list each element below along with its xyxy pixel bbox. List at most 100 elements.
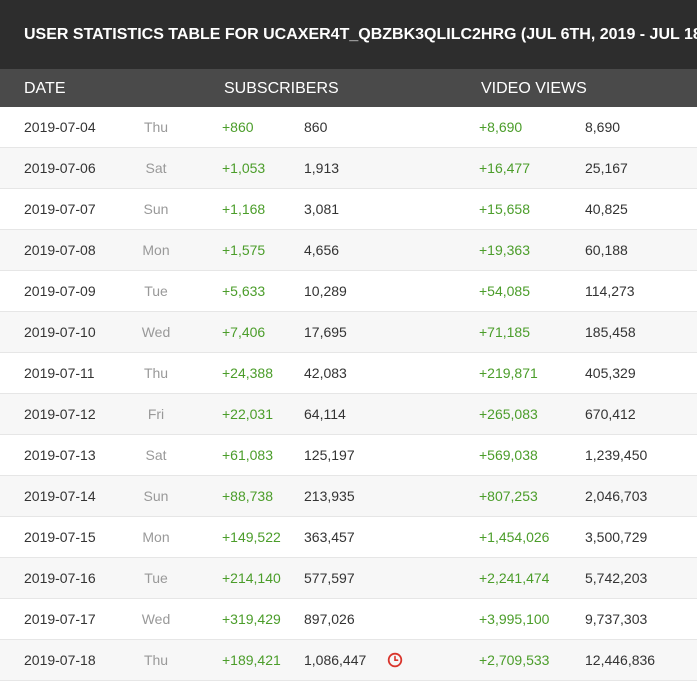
subscriber-change-cell: +1,053 [222,160,266,176]
subscriber-change-cell: +5,633 [222,283,266,299]
date-cell: 2019-07-06 [24,160,96,176]
subscriber-total-cell: 64,114 [304,406,346,422]
subscriber-change-cell: +189,421 [222,652,281,668]
views-total-cell: 405,329 [585,365,636,381]
table-row: 2019-07-17 Wed +319,429 897,026 +3,995,100 9,… [0,599,697,640]
date-cell: 2019-07-12 [24,406,96,422]
views-total-cell: 670,412 [585,406,636,422]
subscriber-total-cell: 860 [304,119,328,135]
header-subscribers: SUBSCRIBERS [224,80,339,97]
views-total-cell: 12,446,836 [585,652,656,668]
views-change-cell: +569,038 [479,447,538,463]
clock-icon[interactable] [387,652,403,668]
title-bar: USER STATISTICS TABLE FOR UCAXER4T_QBZBK… [0,0,697,69]
subscriber-total-cell: 4,656 [304,242,340,258]
date-cell: 2019-07-16 [24,570,96,586]
subscriber-total-cell: 897,026 [304,611,355,627]
views-change-cell: +71,185 [479,324,530,340]
table-body: 2019-07-04 Thu +860 860 +8,690 8,690 2019-07-0… [0,107,697,681]
subscriber-total-cell: 577,597 [304,570,355,586]
views-change-cell: +19,363 [479,242,530,258]
subscriber-change-cell: +1,575 [222,242,266,258]
weekday-cell: Thu [143,365,169,381]
views-change-cell: +1,454,026 [479,529,550,545]
views-change-cell: +16,477 [479,160,530,176]
date-cell: 2019-07-10 [24,324,96,340]
table-row: 2019-07-14 Sun +88,738 213,935 +807,253 2,046… [0,476,697,517]
subscriber-change-cell: +7,406 [222,324,266,340]
subscriber-total-cell: 125,197 [304,447,355,463]
weekday-cell: Sat [145,160,167,176]
table-row: 2019-07-10 Wed +7,406 17,695 +71,185 185,458 [0,312,697,353]
weekday-cell: Tue [144,570,168,586]
views-total-cell: 1,239,450 [585,447,648,463]
weekday-cell: Sat [145,447,167,463]
subscriber-change-cell: +319,429 [222,611,281,627]
date-cell: 2019-07-11 [24,365,95,381]
views-change-cell: +8,690 [479,119,523,135]
views-total-cell: 9,737,303 [585,611,648,627]
views-change-cell: +2,709,533 [479,652,550,668]
table-row: 2019-07-15 Mon +149,522 363,457 +1,454,026 3,… [0,517,697,558]
weekday-cell: Fri [147,406,165,422]
weekday-cell: Wed [141,611,171,627]
weekday-cell: Thu [143,119,169,135]
views-change-cell: +54,085 [479,283,530,299]
table-row: 2019-07-09 Tue +5,633 10,289 +54,085 114,273 [0,271,697,312]
weekday-cell: Mon [142,529,170,545]
views-change-cell: +2,241,474 [479,570,550,586]
views-total-cell: 2,046,703 [585,488,648,504]
subscriber-total-cell: 1,913 [304,160,340,176]
subscriber-total-cell: 3,081 [304,201,340,217]
subscriber-change-cell: +22,031 [222,406,273,422]
table-row: 2019-07-13 Sat +61,083 125,197 +569,038 1,239… [0,435,697,476]
table-row: 2019-07-11 Thu +24,388 42,083 +219,871 405,32… [0,353,697,394]
views-total-cell: 8,690 [585,119,621,135]
weekday-cell: Thu [143,652,169,668]
date-cell: 2019-07-17 [24,611,96,627]
subscriber-total-cell: 17,695 [304,324,347,340]
table-row: 2019-07-16 Tue +214,140 577,597 +2,241,474 5,… [0,558,697,599]
weekday-cell: Tue [144,283,168,299]
weekday-cell: Mon [142,242,170,258]
date-cell: 2019-07-08 [24,242,96,258]
date-cell: 2019-07-09 [24,283,96,299]
subscriber-change-cell: +860 [222,119,254,135]
views-total-cell: 40,825 [585,201,628,217]
date-cell: 2019-07-14 [24,488,96,504]
subscriber-total-cell: 213,935 [304,488,355,504]
page-title: USER STATISTICS TABLE FOR UCAXER4T_QBZBK… [24,26,697,43]
subscriber-total-cell: 363,457 [304,529,355,545]
subscriber-change-cell: +1,168 [222,201,266,217]
views-total-cell: 25,167 [585,160,628,176]
subscriber-change-cell: +214,140 [222,570,281,586]
table-row: 2019-07-12 Fri +22,031 64,114 +265,083 670,41… [0,394,697,435]
subscriber-total-cell: 1,086,447 [304,652,367,668]
subscriber-change-cell: +149,522 [222,529,281,545]
subscriber-total-cell: 10,289 [304,283,347,299]
subscriber-change-cell: +88,738 [222,488,273,504]
weekday-cell: Wed [141,324,171,340]
weekday-cell: Sun [143,488,169,504]
header-date: DATE [24,80,66,97]
views-change-cell: +807,253 [479,488,538,504]
subscriber-total-cell: 42,083 [304,365,347,381]
table-row: 2019-07-06 Sat +1,053 1,913 +16,477 25,167 [0,148,697,189]
table-header: DATE SUBSCRIBERS VIDEO VIEWS [0,69,697,107]
views-total-cell: 5,742,203 [585,570,648,586]
weekday-cell: Sun [143,201,169,217]
subscriber-change-cell: +24,388 [222,365,273,381]
views-total-cell: 3,500,729 [585,529,648,545]
views-change-cell: +265,083 [479,406,538,422]
table-row: 2019-07-08 Mon +1,575 4,656 +19,363 60,188 [0,230,697,271]
views-total-cell: 114,273 [585,283,635,299]
views-change-cell: +3,995,100 [479,611,550,627]
views-change-cell: +219,871 [479,365,538,381]
date-cell: 2019-07-13 [24,447,96,463]
header-video-views: VIDEO VIEWS [481,80,587,97]
table-row: 2019-07-07 Sun +1,168 3,081 +15,658 40,825 [0,189,697,230]
views-total-cell: 185,458 [585,324,636,340]
date-cell: 2019-07-07 [24,201,96,217]
date-cell: 2019-07-18 [24,652,96,668]
date-cell: 2019-07-15 [24,529,96,545]
